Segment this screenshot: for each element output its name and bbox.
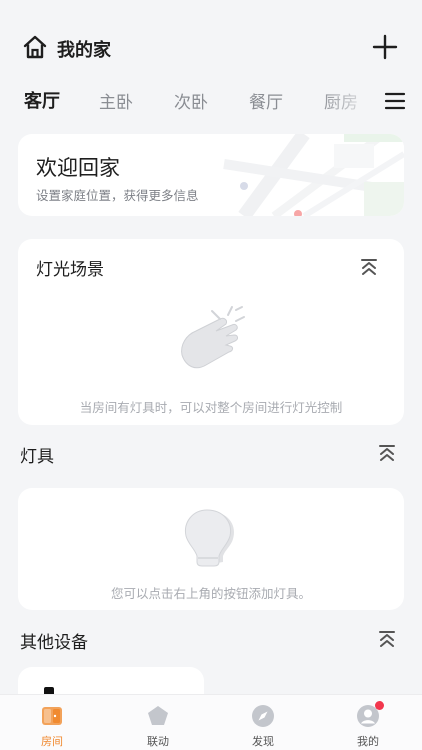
notification-badge bbox=[375, 701, 384, 710]
nav-discover[interactable]: 发现 bbox=[223, 695, 303, 750]
lamps-title: 灯具 bbox=[20, 447, 54, 467]
other-devices-title: 其他设备 bbox=[20, 633, 88, 653]
bottom-nav: 房间 联动 发现 我的 bbox=[0, 694, 422, 750]
collapse-icon[interactable] bbox=[378, 444, 396, 462]
nav-label: 房间 bbox=[41, 735, 63, 748]
collapse-icon[interactable] bbox=[378, 630, 396, 648]
welcome-title: 欢迎回家 bbox=[36, 156, 120, 180]
welcome-subtitle: 设置家庭位置，获得更多信息 bbox=[36, 188, 199, 203]
automation-icon bbox=[148, 706, 168, 725]
tab-second-bedroom[interactable]: 次卧 bbox=[174, 88, 208, 113]
add-icon[interactable] bbox=[372, 34, 398, 60]
header: 我的家 bbox=[0, 28, 422, 68]
lamps-card: 您可以点击右上角的按钮添加灯具。 bbox=[18, 488, 404, 610]
nav-profile[interactable]: 我的 bbox=[328, 695, 408, 750]
tab-living-room[interactable]: 客厅 bbox=[24, 87, 60, 113]
home-icon[interactable] bbox=[22, 34, 48, 60]
light-scene-card: 灯光场景 当房间有灯具时，可以对整个房间进行灯光控制 bbox=[18, 239, 404, 425]
room-icon bbox=[42, 707, 62, 725]
tab-master-bedroom[interactable]: 主卧 bbox=[99, 88, 133, 113]
nav-label: 联动 bbox=[147, 735, 169, 748]
nav-label: 我的 bbox=[357, 735, 379, 748]
collapse-icon[interactable] bbox=[360, 258, 378, 276]
light-scene-hint: 当房间有灯具时，可以对整个房间进行灯光控制 bbox=[79, 400, 343, 415]
nav-label: 发现 bbox=[252, 735, 274, 748]
nav-rooms[interactable]: 房间 bbox=[12, 695, 92, 750]
light-bulb-icon bbox=[184, 509, 235, 567]
home-title[interactable]: 我的家 bbox=[57, 36, 111, 62]
welcome-card[interactable]: 欢迎回家 设置家庭位置，获得更多信息 bbox=[18, 134, 404, 216]
nav-automation[interactable]: 联动 bbox=[118, 695, 198, 750]
lamps-hint: 您可以点击右上角的按钮添加灯具。 bbox=[110, 586, 311, 601]
light-scene-title: 灯光场景 bbox=[36, 260, 104, 280]
tap-gesture-icon bbox=[181, 306, 245, 369]
menu-icon[interactable] bbox=[384, 91, 406, 111]
room-tabs: 客厅 主卧 次卧 餐厅 厨房 bbox=[0, 84, 422, 118]
map-background bbox=[184, 134, 404, 216]
compass-icon bbox=[252, 705, 274, 727]
tab-dining-room[interactable]: 餐厅 bbox=[249, 88, 283, 113]
tab-fade bbox=[318, 84, 374, 118]
